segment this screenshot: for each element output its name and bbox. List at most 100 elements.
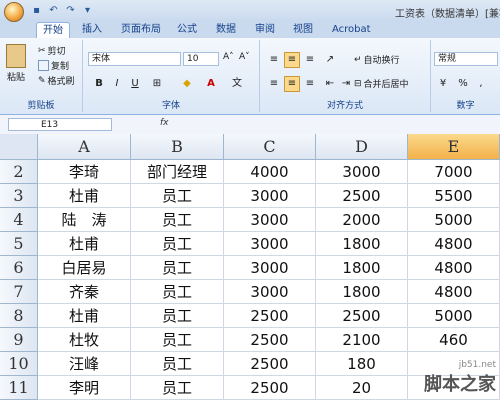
cell-b[interactable]: 员工 — [131, 208, 224, 232]
cell-a[interactable]: 杜甫 — [38, 184, 131, 208]
cell-e[interactable]: 5000 — [408, 304, 500, 328]
cell-d[interactable]: 20 — [316, 376, 408, 400]
row-header[interactable]: 10 — [0, 352, 38, 376]
cell-d[interactable]: 1800 — [316, 256, 408, 280]
redo-icon[interactable]: ↷ — [64, 4, 77, 17]
tab-review[interactable]: 审阅 — [255, 22, 275, 38]
cell-d[interactable]: 2500 — [316, 304, 408, 328]
cell-c[interactable]: 4000 — [224, 160, 316, 184]
cell-a[interactable]: 杜甫 — [38, 304, 131, 328]
cell-c[interactable]: 2500 — [224, 376, 316, 400]
cell-c[interactable]: 3000 — [224, 280, 316, 304]
cell-b[interactable]: 员工 — [131, 304, 224, 328]
italic-button[interactable]: I — [109, 76, 125, 92]
align-left-button[interactable]: ≡ — [266, 76, 282, 92]
percent-button[interactable]: % — [455, 76, 471, 92]
font-name-combo[interactable]: 宋体 — [88, 52, 181, 66]
format-painter-button[interactable]: ✎ 格式刷 — [38, 74, 75, 88]
row-header[interactable]: 7 — [0, 280, 38, 304]
cell-e[interactable]: 4800 — [408, 256, 500, 280]
number-format-combo[interactable]: 常规 — [434, 52, 498, 66]
tab-insert[interactable]: 插入 — [82, 22, 102, 38]
shrink-font-button[interactable]: A˅ — [239, 52, 250, 62]
paste-button[interactable]: 粘贴 — [6, 44, 26, 83]
cell-c[interactable]: 2500 — [224, 328, 316, 352]
align-center-button[interactable]: ≡ — [284, 76, 300, 92]
cell-d[interactable]: 3000 — [316, 160, 408, 184]
name-box[interactable]: E13 — [8, 118, 112, 131]
comma-button[interactable]: , — [473, 76, 489, 92]
cell-b[interactable]: 员工 — [131, 232, 224, 256]
row-header[interactable]: 9 — [0, 328, 38, 352]
tab-page-layout[interactable]: 页面布局 — [121, 22, 161, 38]
column-header-e[interactable]: E — [408, 134, 500, 160]
cell-b[interactable]: 员工 — [131, 184, 224, 208]
align-right-button[interactable]: ≡ — [302, 76, 318, 92]
borders-button[interactable]: ⊞ — [149, 76, 165, 92]
decrease-indent-button[interactable]: ⇤ — [322, 76, 338, 92]
row-header[interactable]: 3 — [0, 184, 38, 208]
cell-e[interactable]: 4800 — [408, 280, 500, 304]
cell-a[interactable]: 齐秦 — [38, 280, 131, 304]
tab-view[interactable]: 视图 — [293, 22, 313, 38]
customize-qat-icon[interactable]: ▾ — [81, 4, 94, 17]
font-color-button[interactable]: A — [203, 76, 219, 92]
cell-a[interactable]: 杜甫 — [38, 232, 131, 256]
cell-a[interactable]: 陆 涛 — [38, 208, 131, 232]
row-header[interactable]: 2 — [0, 160, 38, 184]
increase-indent-button[interactable]: ⇥ — [338, 76, 354, 92]
align-top-button[interactable]: ≡ — [266, 52, 282, 68]
column-header-d[interactable]: D — [316, 134, 408, 160]
cell-b[interactable]: 部门经理 — [131, 160, 224, 184]
cell-d[interactable]: 1800 — [316, 232, 408, 256]
row-header[interactable]: 6 — [0, 256, 38, 280]
row-header[interactable]: 11 — [0, 376, 38, 400]
column-header-c[interactable]: C — [224, 134, 316, 160]
tab-home[interactable]: 开始 — [36, 22, 70, 39]
tab-acrobat[interactable]: Acrobat — [332, 22, 371, 38]
cell-c[interactable]: 3000 — [224, 208, 316, 232]
row-header[interactable]: 5 — [0, 232, 38, 256]
cell-e[interactable]: 460 — [408, 328, 500, 352]
column-header-b[interactable]: B — [131, 134, 224, 160]
cell-d[interactable]: 2500 — [316, 184, 408, 208]
orientation-button[interactable]: ↗ — [322, 52, 338, 68]
save-icon[interactable]: ▪ — [30, 4, 43, 17]
cell-c[interactable]: 3000 — [224, 256, 316, 280]
cell-d[interactable]: 1800 — [316, 280, 408, 304]
tab-formulas[interactable]: 公式 — [177, 22, 197, 38]
cell-c[interactable]: 2500 — [224, 352, 316, 376]
copy-button[interactable]: 复制 — [38, 59, 69, 72]
cell-d[interactable]: 2000 — [316, 208, 408, 232]
font-size-combo[interactable]: 10 — [183, 52, 219, 66]
cell-b[interactable]: 员工 — [131, 376, 224, 400]
cell-c[interactable]: 2500 — [224, 304, 316, 328]
cell-e[interactable]: 5000 — [408, 208, 500, 232]
cell-d[interactable]: 180 — [316, 352, 408, 376]
undo-icon[interactable]: ↶ — [47, 4, 60, 17]
wrap-text-button[interactable]: ↵ 自动换行 — [354, 53, 400, 67]
row-header[interactable]: 8 — [0, 304, 38, 328]
office-button[interactable] — [4, 2, 24, 22]
cell-a[interactable]: 李明 — [38, 376, 131, 400]
bold-button[interactable]: B — [91, 76, 107, 92]
row-header[interactable]: 4 — [0, 208, 38, 232]
cell-a[interactable]: 白居易 — [38, 256, 131, 280]
cell-c[interactable]: 3000 — [224, 184, 316, 208]
cell-b[interactable]: 员工 — [131, 328, 224, 352]
accounting-format-button[interactable]: ¥ — [435, 76, 451, 92]
cut-button[interactable]: ✂ 剪切 — [38, 44, 66, 58]
cell-b[interactable]: 员工 — [131, 280, 224, 304]
cell-e[interactable]: 5500 — [408, 184, 500, 208]
phonetic-button[interactable]: 文 — [229, 76, 245, 92]
insert-function-button[interactable]: fx — [160, 118, 169, 128]
cell-a[interactable]: 杜牧 — [38, 328, 131, 352]
cell-b[interactable]: 员工 — [131, 352, 224, 376]
column-header-a[interactable]: A — [38, 134, 131, 160]
grow-font-button[interactable]: A˄ — [223, 52, 234, 62]
cell-e[interactable]: 4800 — [408, 232, 500, 256]
cell-d[interactable]: 2100 — [316, 328, 408, 352]
select-all-corner[interactable] — [0, 134, 38, 160]
align-middle-button[interactable]: ≡ — [284, 52, 300, 68]
fill-color-button[interactable]: ◆ — [179, 76, 195, 92]
